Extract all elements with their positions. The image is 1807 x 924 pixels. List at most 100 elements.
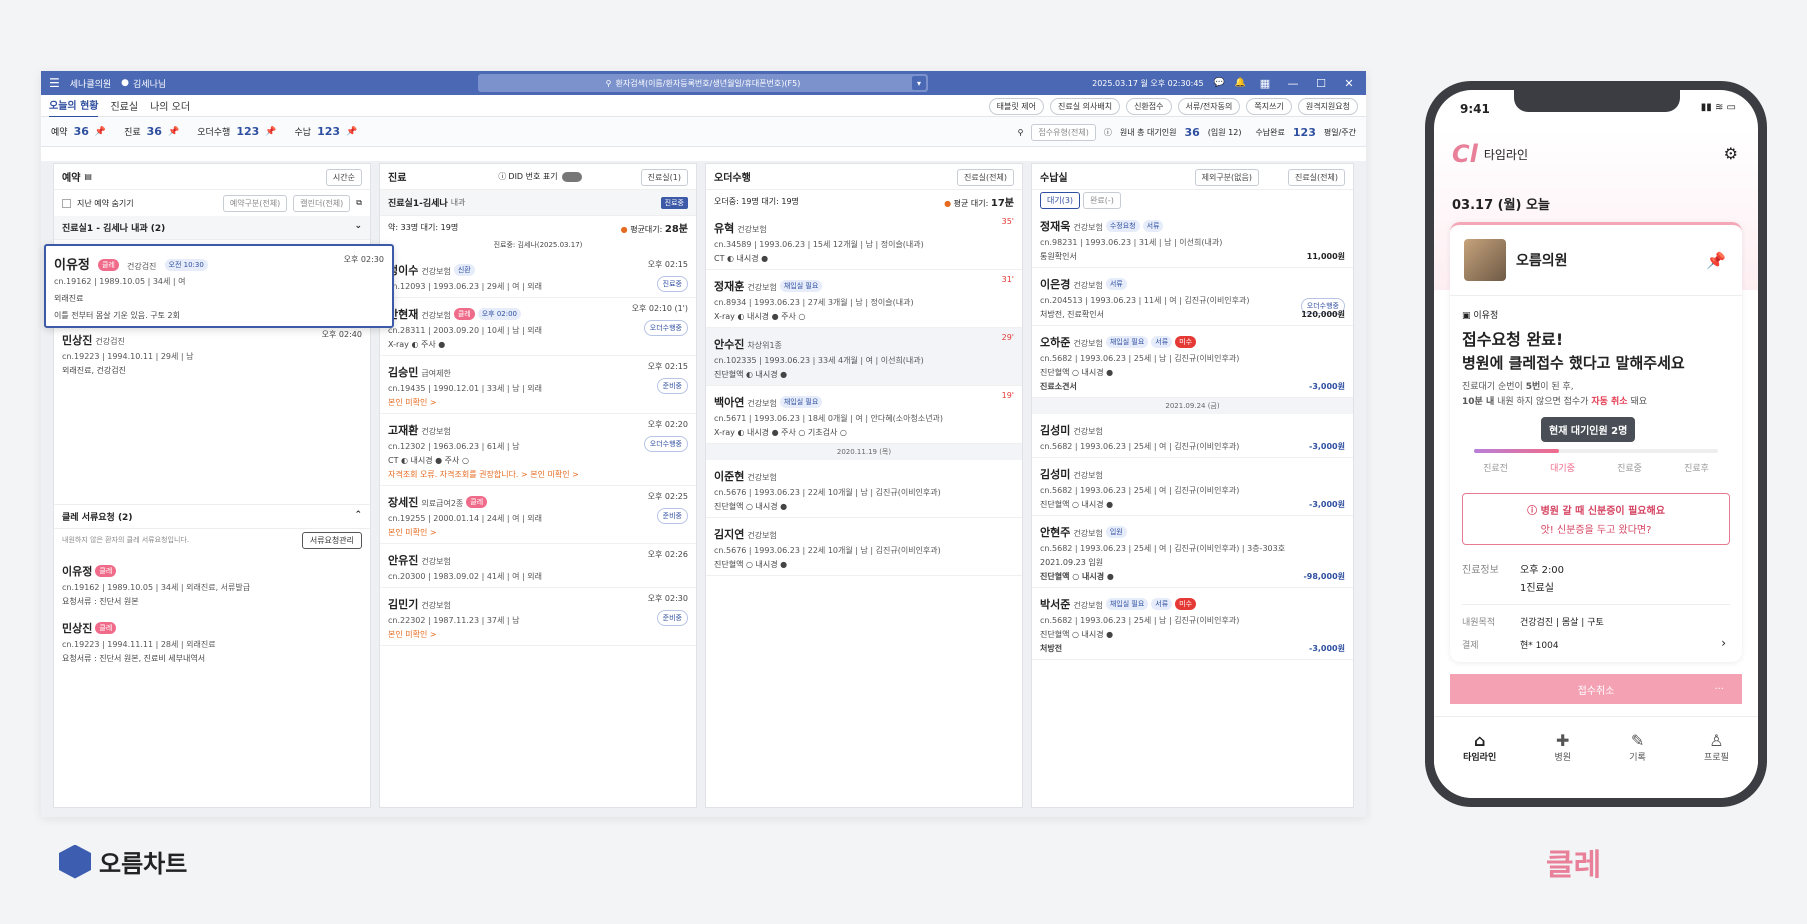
status-badge: 채입실 필요 (779, 395, 823, 408)
nav-hospital[interactable]: ✚ 병원 (1554, 731, 1571, 798)
list-item[interactable]: 안유진 건강보험 오후 02:26 cn.20300 | 1983.09.02 | 4… (380, 544, 696, 588)
tab-today[interactable]: 오늘의 현황 (49, 93, 99, 118)
list-item[interactable]: 이준현 건강보험 cn.5676 | 1993.06.23 | 22세 10개월 |… (706, 460, 1022, 518)
tab-clinic[interactable]: 진료실 (110, 94, 138, 117)
payment-room-select[interactable]: 진료실(전체) (1287, 169, 1345, 186)
intake-type-select[interactable]: 접수유형(전체) (1031, 124, 1096, 141)
write-note-button[interactable]: 쪽지쓰기 (1246, 98, 1292, 115)
cancel-button[interactable]: 접수취소 ··· (1450, 674, 1742, 704)
alert-icon: ⓘ (1527, 506, 1538, 517)
maximize-icon[interactable]: ☐ (1312, 77, 1330, 90)
status-pill-button[interactable]: 준비중 (656, 610, 688, 626)
list-item[interactable]: 유혁 건강보험 35' cn.34589 | 1993.06.23 | 15세 12개… (706, 212, 1022, 270)
id-alert[interactable]: ⓘ 병원 갈 때 신분증이 필요해요 앗! 신분증을 두고 왔다면? (1462, 493, 1730, 545)
list-item[interactable]: 민상진 클레 cn.19223 | 1994.11.11 | 28세 | 외래진료… (54, 612, 370, 669)
orders-room-select[interactable]: 진료실(전체) (956, 169, 1014, 186)
home-icon: ⌂ (1473, 731, 1486, 750)
list-item[interactable]: 김성미 건강보험 cn.5682 | 1993.06.23 | 25세 | 여 | … (1032, 414, 1353, 458)
time-badge: 오전 10:30 (164, 258, 208, 271)
pin-icon[interactable]: 📌 (95, 127, 106, 137)
tab-pending[interactable]: 대기(3) (1040, 191, 1081, 209)
hexagon-logo-icon (59, 844, 91, 879)
exclude-select[interactable]: 제외구분(없음) (1194, 169, 1259, 186)
nav-records[interactable]: ✎ 기록 (1629, 731, 1646, 798)
tab-complete[interactable]: 완료(-) (1083, 191, 1121, 209)
list-item[interactable]: 오하준 건강보험 채입실 필요 서류 미수 cn.5682 | 1993.06.23 | … (1032, 326, 1353, 398)
status-pill-button[interactable]: 준비중 (656, 378, 688, 394)
datetime: 2025.03.17 월 오후 02:30:45 (1092, 78, 1204, 88)
edit-icon: ✎ (1630, 731, 1645, 750)
chat-icon[interactable]: 💬 (1214, 78, 1225, 88)
clinic-list: 정이수 건강보험 신환 오후 02:15 cn.12093 | 1993.06.23 |… (380, 254, 696, 646)
list-item[interactable]: 고재환 건강보험 오후 02:20 cn.12302 | 1963.06.23 | 6… (380, 414, 696, 486)
remote-support-button[interactable]: 원격지원요청 (1297, 98, 1358, 115)
nav-timeline[interactable]: ⌂ 타임라인 (1463, 731, 1496, 798)
status-pill-button[interactable]: 오더수행중 (643, 436, 688, 452)
status-badge: 수정요청 (1105, 219, 1140, 232)
main-tabs: 오늘의 현황 진료실 나의 오더 태블릿 제어 진료실 의사배치 신환접수 서류… (41, 93, 1366, 118)
avatar: ▣ (1462, 311, 1471, 321)
chevron-down-icon[interactable]: ▾ (912, 76, 926, 90)
tab-my-orders[interactable]: 나의 오더 (150, 94, 190, 117)
copy-icon[interactable]: ⧉ (356, 198, 362, 208)
date-divider: 2021.09.24 (금) (1032, 398, 1353, 414)
documents-button[interactable]: 서류/전자동의 (1177, 98, 1241, 115)
group-title: 진료실1 - 김세나 내과 (2) (62, 224, 166, 234)
minimize-icon[interactable]: — (1284, 77, 1302, 90)
list-item[interactable]: 이유정 클레 cn.19162 | 1989.10.05 | 34세 | 외래진료… (54, 555, 370, 612)
list-item[interactable]: 장세진 의료급여2종 클레 오후 02:25 cn.19255 | 2000.01.14… (380, 486, 696, 544)
clinic-column: 진료 ⓘ DID 번호 표기 진료실(1) 진료실1-김세나 내과 진료중 약:… (379, 163, 697, 808)
stat-payment: 수납 123 📌 (294, 125, 358, 138)
room-select[interactable]: 진료실(1) (640, 169, 688, 186)
status-pill-button[interactable]: 준비중 (656, 508, 688, 524)
tablet-control-button[interactable]: 태블릿 제어 (988, 98, 1044, 115)
cle-logo: 클레 (1546, 848, 1602, 883)
pin-icon[interactable]: 📌 (168, 127, 179, 137)
filter-icon[interactable]: ⚙ (1724, 144, 1738, 163)
patient-search-input[interactable]: ⚲ 환자검색(이름/환자등록번호/생년월일/휴대폰번호)(F5) ▾ (478, 74, 928, 92)
reservation-type-select[interactable]: 예약구분(전체) (222, 194, 288, 212)
nav-profile[interactable]: ♙ 프로필 (1704, 731, 1729, 798)
doctor-assign-button[interactable]: 진료실 의사배치 (1050, 98, 1121, 115)
list-item[interactable]: 정재훈 건강보험 채입실 필요 31' cn.8934 | 1993.06.23 | 2… (706, 270, 1022, 328)
list-item[interactable]: 정재욱 건강보험 수정요청 서류 cn.98231 | 1993.06.23 | 31세… (1032, 210, 1353, 268)
list-item[interactable]: 안수진 차상위1종 29' cn.102335 | 1993.06.23 | 33세 … (706, 328, 1022, 386)
list-item[interactable]: 김민기 건강보험 오후 02:30 cn.22302 | 1987.11.23 | 3… (380, 588, 696, 646)
pin-icon[interactable]: 📌 (346, 127, 357, 137)
chevron-up-icon[interactable]: ⌃ (354, 510, 362, 520)
list-item[interactable]: 백아연 건강보험 채입실 필요 19' cn.5671 | 1993.06.23 | 1… (706, 386, 1022, 444)
reservation-popup[interactable]: 이유정 클레 건강검진 오전 10:30 오후 02:30 cn.19162 |… (44, 244, 394, 328)
search-icon[interactable]: ⚲ (1018, 128, 1024, 137)
popup-name: 이유정 (54, 258, 90, 273)
sort-select[interactable]: 시간순 (325, 169, 362, 186)
calendar-select[interactable]: 캘린더(전체) (293, 194, 351, 212)
status-pill-button[interactable]: 오더수행중 (643, 320, 688, 336)
list-item[interactable]: 민상진 건강검진 오후 02:40 cn.19223 | 1994.10.11 |… (54, 324, 370, 381)
payment-row[interactable]: 결제 현* 1004 › (1462, 636, 1730, 651)
user-name: 김세나님 (133, 79, 167, 90)
list-item[interactable]: 김지연 건강보험 cn.5676 | 1993.06.23 | 22세 10개월 |… (706, 518, 1022, 576)
list-item[interactable]: 안현주 건강보험 입원 cn.5682 | 1993.06.23 | 25세 | 여 … (1032, 516, 1353, 588)
list-item[interactable]: 김성미 건강보험 cn.5682 | 1993.06.23 | 25세 | 여 | … (1032, 458, 1353, 516)
calendar-icon[interactable]: ▦ (1256, 77, 1274, 90)
bell-icon[interactable]: 🔔 (1235, 78, 1246, 88)
list-item[interactable]: 이은경 건강보험 서류 cn.204513 | 1993.06.23 | 11세 | … (1032, 268, 1353, 326)
pin-icon[interactable]: 📌 (1706, 251, 1726, 270)
hide-past-checkbox[interactable] (62, 198, 71, 208)
menu-icon[interactable]: ☰ (49, 76, 60, 90)
status-badge: 오후 02:00 (477, 307, 521, 320)
list-item[interactable]: 정이수 건강보험 신환 오후 02:15 cn.12093 | 1993.06.23 |… (380, 254, 696, 298)
done-value: 123 (1292, 126, 1316, 139)
chevron-down-icon[interactable]: ⌄ (354, 221, 362, 231)
pin-icon[interactable]: 📌 (265, 127, 276, 137)
list-item[interactable]: 안현재 건강보험 클레 오후 02:00 오후 02:10 (1') cn.28311 |… (380, 298, 696, 356)
progress-fill (1474, 449, 1560, 453)
list-item[interactable]: 박서준 건강보험 채입실 필요 서류 미수 cn.5682 | 1993.06.23 | … (1032, 588, 1353, 660)
request-manage-button[interactable]: 서류요청관리 (301, 532, 362, 549)
new-patient-button[interactable]: 신환접수 (1126, 98, 1172, 115)
orders-list: 유혁 건강보험 35' cn.34589 | 1993.06.23 | 15세 12개… (706, 212, 1022, 444)
status-pill-button[interactable]: 진료중 (656, 276, 688, 292)
did-toggle[interactable] (561, 171, 582, 182)
close-icon[interactable]: ✕ (1340, 77, 1358, 90)
list-item[interactable]: 김승민 급여제한 오후 02:15 cn.19435 | 1990.12.01 | 3… (380, 356, 696, 414)
